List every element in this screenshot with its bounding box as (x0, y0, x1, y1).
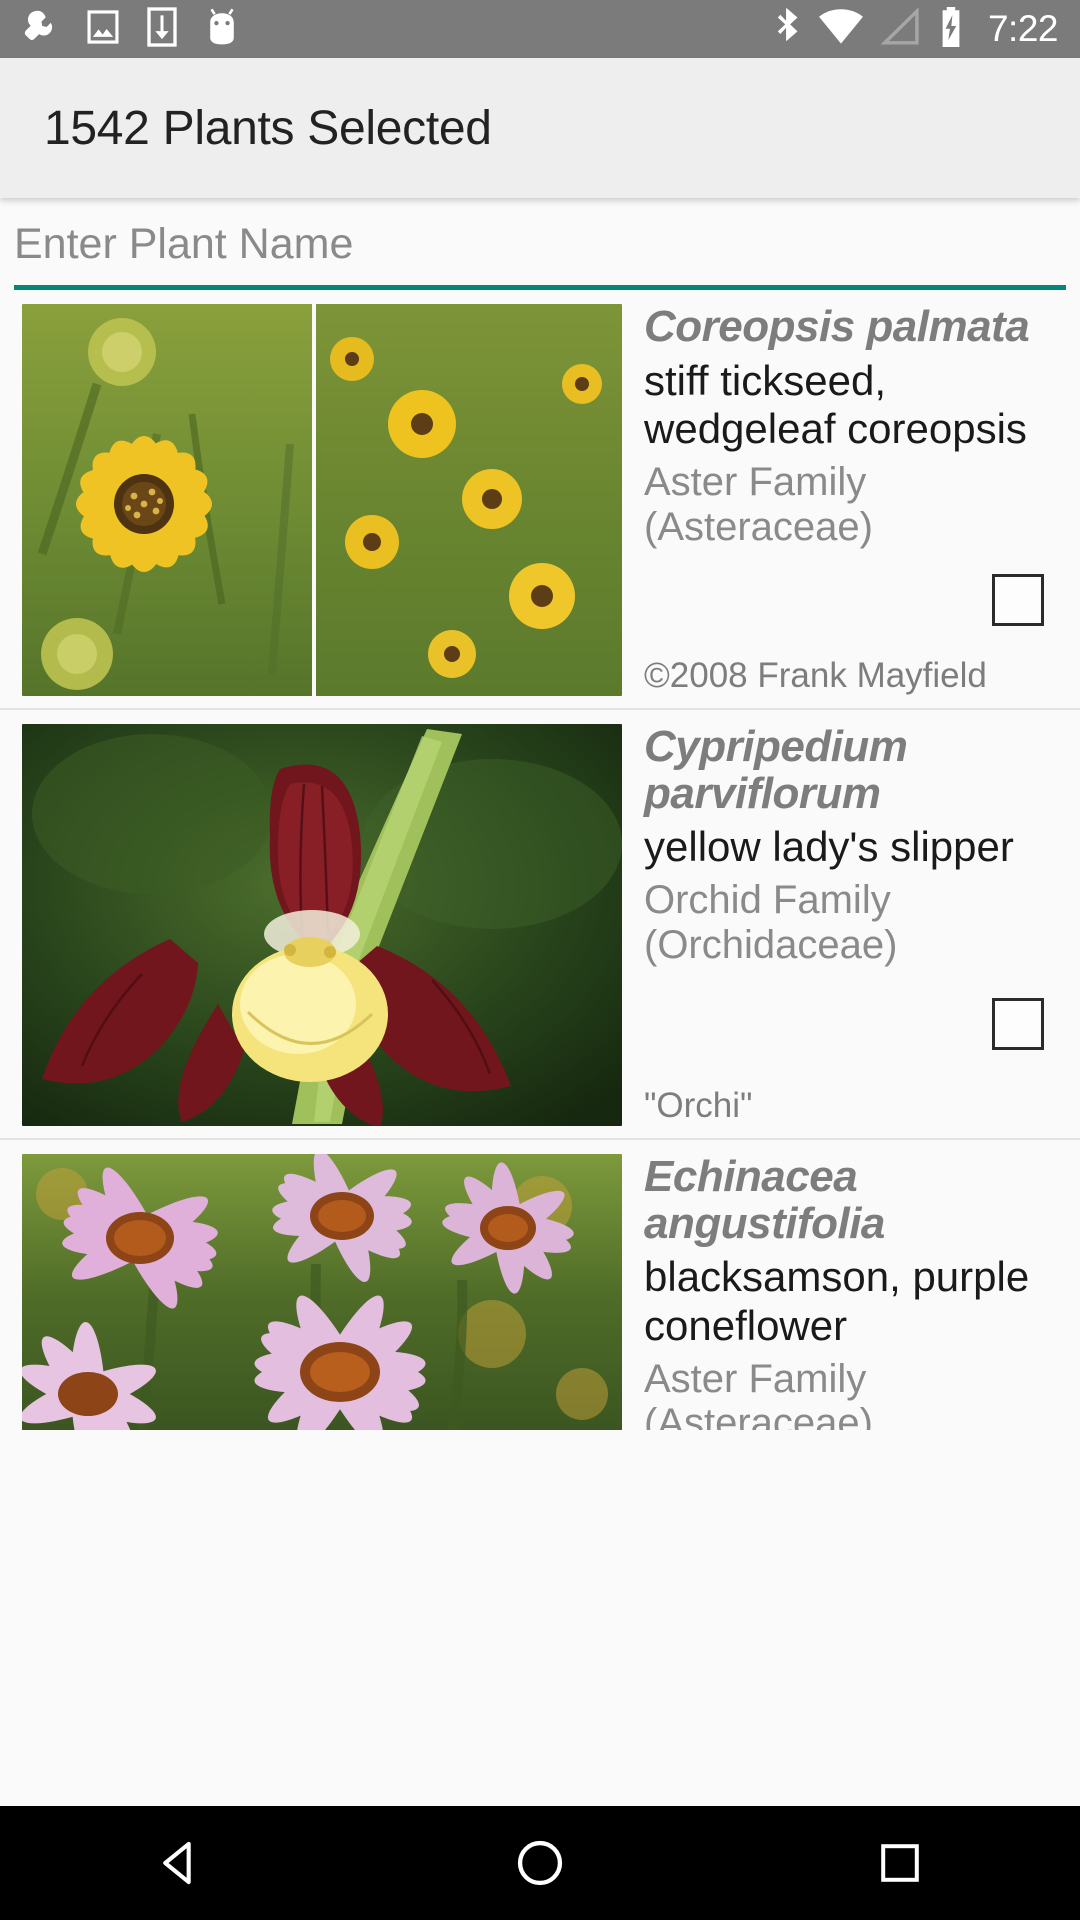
status-bar-clock: 7:22 (987, 8, 1059, 49)
page-title: 1542 Plants Selected (44, 101, 492, 155)
android-robot-icon (204, 7, 240, 52)
list-item[interactable]: Cypripedium parviflorum yellow lady's sl… (0, 710, 1080, 1140)
echinacea-angustifolia-photo[interactable] (22, 1154, 622, 1430)
android-navigation-bar (0, 1806, 1080, 1920)
select-checkbox[interactable] (992, 574, 1044, 626)
list-item[interactable]: Echinacea angustifolia blacksamson, purp… (0, 1140, 1080, 1430)
wrench-icon (22, 8, 60, 51)
wifi-icon (818, 8, 864, 51)
select-checkbox[interactable] (992, 998, 1044, 1050)
plant-family: Aster Family (Asteraceae) (644, 460, 873, 549)
scientific-name: Coreopsis palmata (644, 302, 1030, 351)
list-item-info: Echinacea angustifolia blacksamson, purp… (622, 1152, 1080, 1430)
download-icon (146, 6, 178, 52)
list-item-info: Coreopsis palmata stiff tickseed, wedgel… (622, 302, 1080, 698)
image-icon (86, 8, 120, 51)
search-input[interactable] (14, 198, 1066, 285)
common-names: stiff tickseed, wedgeleaf coreopsis (644, 356, 1027, 453)
plant-family: Orchid Family (Orchidaceae) (644, 877, 898, 967)
common-names: blacksamson, purple coneflower (644, 1253, 1030, 1349)
app-toolbar: 1542 Plants Selected (0, 58, 1080, 198)
photo-attribution: "Orchi" (644, 1086, 753, 1125)
scientific-name: Cypripedium parviflorum (644, 722, 908, 818)
recents-button[interactable] (810, 1806, 990, 1920)
battery-charging-icon (936, 6, 966, 53)
home-button[interactable] (450, 1806, 630, 1920)
list-item-info: Cypripedium parviflorum yellow lady's sl… (622, 722, 1080, 1128)
coreopsis-palmata-photo[interactable] (22, 304, 622, 696)
cypripedium-parviflorum-photo[interactable] (22, 724, 622, 1126)
common-names: yellow lady's slipper (644, 823, 1014, 871)
search-container (0, 198, 1080, 290)
plant-list[interactable]: Coreopsis palmata stiff tickseed, wedgel… (0, 290, 1080, 1430)
status-bar: 7:22 (0, 0, 1080, 58)
photo-attribution: ©2008 Frank Mayfield (644, 656, 987, 695)
status-bar-right-icons: 7:22 (774, 6, 1059, 53)
cell-signal-icon (880, 6, 920, 51)
list-item[interactable]: Coreopsis palmata stiff tickseed, wedgel… (0, 290, 1080, 710)
bluetooth-icon (774, 6, 802, 53)
scientific-name: Echinacea angustifolia (644, 1152, 885, 1248)
back-button[interactable] (90, 1806, 270, 1920)
status-bar-left-icons (22, 6, 240, 52)
plant-family: Aster Family (Asteraceae) (644, 1356, 873, 1430)
